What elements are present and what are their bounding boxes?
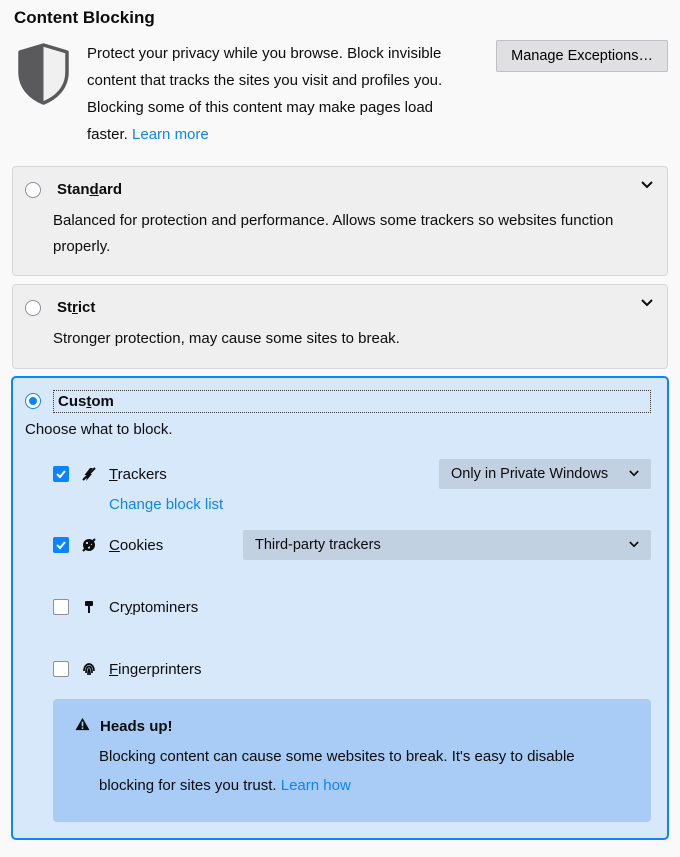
heads-up-title: Heads up! [100, 718, 173, 735]
radio-strict[interactable] [25, 300, 41, 316]
radio-custom[interactable] [25, 393, 41, 409]
label-trackers: Trackers [109, 466, 167, 483]
row-cookies: Cookies Third-party trackers [53, 529, 651, 561]
trackers-icon [81, 466, 97, 482]
option-desc-strict: Stronger protection, may cause some site… [53, 326, 651, 352]
cryptominers-icon [81, 599, 97, 615]
change-block-list-link[interactable]: Change block list [109, 496, 223, 513]
row-cryptominers: Cryptominers [53, 591, 651, 623]
learn-more-link[interactable]: Learn more [132, 126, 209, 143]
shield-icon [16, 42, 71, 106]
heads-up-note: Heads up! Blocking content can cause som… [53, 699, 651, 822]
checkbox-fingerprinters[interactable] [53, 661, 69, 677]
option-card-standard[interactable]: Standard Balanced for protection and per… [12, 166, 668, 276]
cookies-icon [81, 537, 97, 553]
option-title-strict: Strict [53, 297, 99, 318]
option-card-custom[interactable]: Custom Choose what to block. Trackers [12, 377, 668, 840]
option-title-standard: Standard [53, 179, 126, 200]
chevron-down-icon[interactable] [641, 295, 653, 310]
intro-text: Protect your privacy while you browse. B… [87, 40, 472, 148]
checkbox-cryptominers[interactable] [53, 599, 69, 615]
checkbox-trackers[interactable] [53, 466, 69, 482]
option-card-strict[interactable]: Strict Stronger protection, may cause so… [12, 284, 668, 369]
chevron-down-icon [629, 539, 639, 551]
row-trackers: Trackers Only in Private Windows [53, 458, 651, 490]
warning-icon [75, 717, 90, 735]
chevron-down-icon [629, 468, 639, 480]
section-title: Content Blocking [14, 8, 668, 28]
label-cookies: Cookies [109, 537, 163, 554]
fingerprinters-icon [81, 661, 97, 677]
learn-how-link[interactable]: Learn how [281, 777, 351, 794]
select-cookies[interactable]: Third-party trackers [243, 530, 651, 560]
option-desc-custom: Choose what to block. [25, 417, 651, 443]
option-title-custom: Custom [53, 390, 651, 413]
radio-standard[interactable] [25, 182, 41, 198]
manage-exceptions-button[interactable]: Manage Exceptions… [496, 40, 668, 72]
select-trackers[interactable]: Only in Private Windows [439, 459, 651, 489]
label-fingerprinters: Fingerprinters [109, 661, 202, 678]
option-desc-standard: Balanced for protection and performance.… [53, 208, 651, 259]
row-fingerprinters: Fingerprinters [53, 653, 651, 685]
chevron-down-icon[interactable] [641, 177, 653, 192]
label-cryptominers: Cryptominers [109, 599, 198, 616]
checkbox-cookies[interactable] [53, 537, 69, 553]
